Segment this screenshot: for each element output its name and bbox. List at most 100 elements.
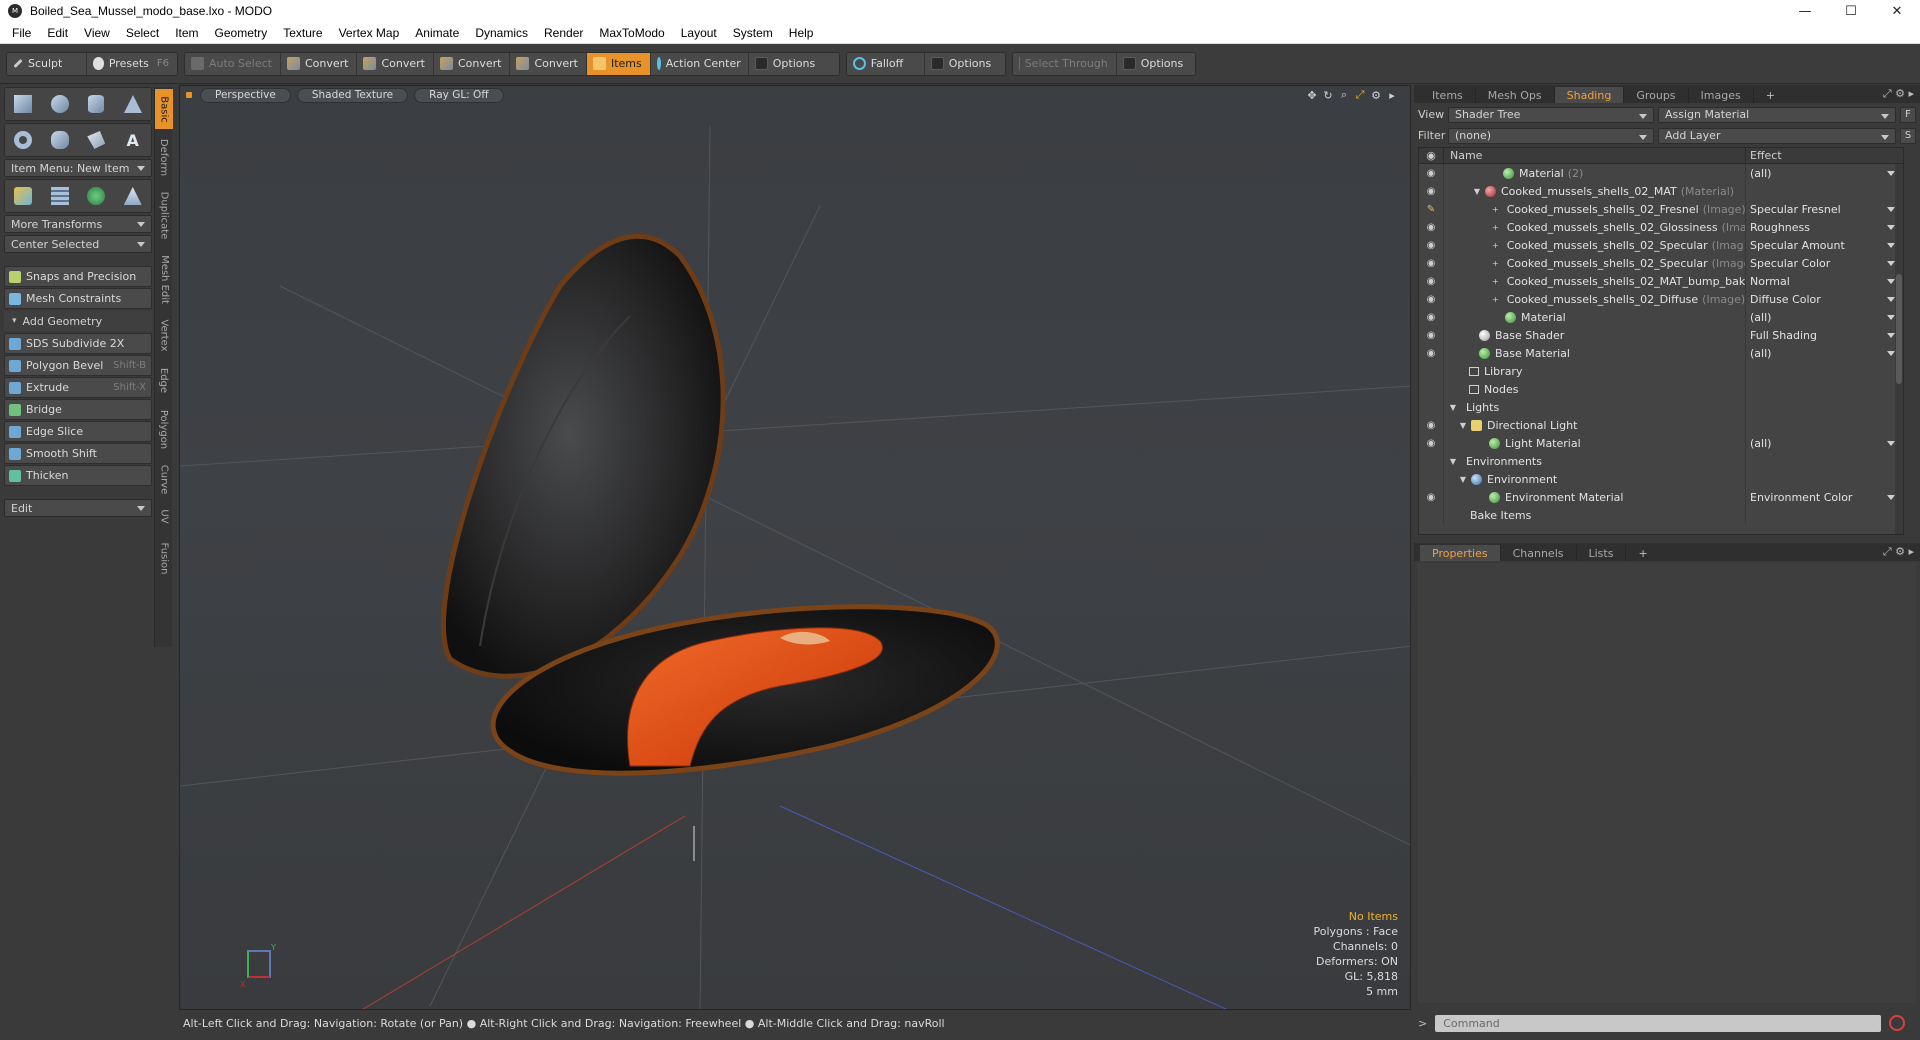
rotate-icon[interactable]: ↻ — [1320, 88, 1336, 102]
record-macro-icon[interactable] — [1889, 1015, 1906, 1031]
filter-dropdown[interactable]: (none) — [1448, 127, 1654, 144]
vtab-edge[interactable]: Edge — [155, 361, 173, 399]
menu-geometry[interactable]: Geometry — [207, 26, 276, 40]
expand-plus-icon[interactable]: + — [1492, 277, 1499, 286]
cone-tool[interactable] — [121, 92, 145, 116]
tool-bridge[interactable]: Bridge — [4, 399, 152, 420]
eye-icon[interactable]: ◉ — [1419, 240, 1443, 251]
tree-row[interactable]: ◉ ▼ Directional Light — [1419, 416, 1903, 434]
name-column-header[interactable]: Name — [1443, 148, 1745, 163]
viewport-arrow-icon[interactable]: ▸ — [1384, 88, 1400, 102]
tree-row[interactable]: ◉ Light Material (all) — [1419, 434, 1903, 452]
tree-row[interactable]: ◉ + Cooked_mussels_shells_02_Glossiness (I… — [1419, 218, 1903, 236]
s-button[interactable]: S — [1900, 127, 1916, 144]
eye-icon[interactable]: ◉ — [1419, 312, 1443, 323]
menu-vertex-map[interactable]: Vertex Map — [331, 26, 408, 40]
grid-tool[interactable] — [48, 184, 72, 208]
tree-row[interactable]: ◉ ▼ Cooked_mussels_shells_02_MAT (Material… — [1419, 182, 1903, 200]
expand-arrow-icon[interactable]: ▼ — [1458, 475, 1468, 484]
tab-mesh-ops[interactable]: Mesh Ops — [1476, 87, 1555, 103]
pan-icon[interactable]: ✥ — [1304, 88, 1320, 102]
expand-arrow-icon[interactable]: ▼ — [1472, 187, 1482, 196]
add-tab-button[interactable]: + — [1626, 545, 1659, 561]
tool-edge-slice[interactable]: Edge Slice — [4, 421, 152, 442]
add-tab-button[interactable]: + — [1754, 87, 1787, 103]
vtab-polygon[interactable]: Polygon — [155, 403, 173, 455]
menu-dynamics[interactable]: Dynamics — [467, 26, 536, 40]
f-button[interactable]: F — [1900, 106, 1916, 123]
vtab-curve[interactable]: Curve — [155, 459, 173, 499]
tree-row[interactable]: Nodes — [1419, 380, 1903, 398]
shading-mode-button[interactable]: Shaded Texture — [296, 87, 409, 103]
eye-icon[interactable]: ◉ — [1419, 276, 1443, 287]
panel-options-icon[interactable]: ⤢ ⚙ ▸ — [1883, 87, 1914, 101]
tool-sds-subdivide[interactable]: SDS Subdivide 2X — [4, 333, 152, 354]
tool-polygon-bevel[interactable]: Polygon Bevel Shift-B — [4, 355, 152, 376]
select-through-options-button[interactable]: Options — [1117, 53, 1195, 75]
pen-tool[interactable] — [84, 128, 108, 152]
menu-view[interactable]: View — [76, 26, 118, 40]
vtab-fusion[interactable]: Fusion — [155, 533, 173, 583]
tree-row[interactable]: ▼ Lights — [1419, 398, 1903, 416]
eye-icon[interactable]: ◉ — [1419, 348, 1443, 359]
falloff-button[interactable]: Falloff — [847, 52, 925, 75]
cylinder-tool[interactable] — [84, 92, 108, 116]
edit-dropdown[interactable]: Edit — [4, 499, 152, 517]
tree-row[interactable]: ◉ + Cooked_mussels_shells_02_MAT_bump_bak… — [1419, 272, 1903, 290]
eye-icon[interactable]: ◉ — [1419, 222, 1443, 233]
menu-layout[interactable]: Layout — [673, 26, 725, 40]
select-through-button[interactable]: Select Through — [1013, 52, 1117, 75]
effect-dropdown[interactable]: (all) — [1745, 308, 1903, 326]
tree-row[interactable]: ◉ Material (all) — [1419, 308, 1903, 326]
eye-icon[interactable]: ◉ — [1419, 294, 1443, 305]
capsule-tool[interactable] — [48, 128, 72, 152]
vtab-deform[interactable]: Deform — [155, 133, 173, 181]
effect-dropdown[interactable]: Full Shading — [1745, 326, 1903, 344]
effect-dropdown[interactable]: Diffuse Color — [1745, 290, 1903, 308]
expand-plus-icon[interactable]: + — [1492, 241, 1499, 250]
tool-extrude[interactable]: Extrude Shift-X — [4, 377, 152, 398]
eye-icon[interactable]: ◉ — [1419, 438, 1443, 449]
tree-row[interactable]: Bake Items — [1419, 506, 1903, 524]
menu-file[interactable]: File — [4, 26, 39, 40]
add-geometry-section[interactable]: Add Geometry — [4, 311, 152, 331]
panel-options-icon[interactable]: ⤢ ⚙ ▸ — [1883, 545, 1914, 559]
effect-dropdown[interactable]: (all) — [1745, 164, 1903, 182]
eye-icon[interactable]: ◉ — [1419, 168, 1443, 179]
convert-polygons-button[interactable]: Convert — [434, 52, 511, 75]
tool-smooth-shift[interactable]: Smooth Shift — [4, 443, 152, 464]
menu-system[interactable]: System — [725, 26, 781, 40]
effect-dropdown[interactable]: Environment Color — [1745, 488, 1903, 506]
menu-select[interactable]: Select — [118, 26, 167, 40]
effect-dropdown[interactable]: Specular Fresnel — [1745, 200, 1903, 218]
more-transforms-dropdown[interactable]: More Transforms — [4, 215, 152, 233]
effect-dropdown[interactable]: Normal — [1745, 272, 1903, 290]
tree-row[interactable]: Library — [1419, 362, 1903, 380]
menu-maxtomodo[interactable]: MaxToModo — [591, 26, 672, 40]
menu-animate[interactable]: Animate — [407, 26, 467, 40]
menu-texture[interactable]: Texture — [275, 26, 330, 40]
view-type-button[interactable]: Perspective — [200, 87, 291, 103]
brush-eye-icon[interactable]: ✎ — [1419, 204, 1443, 215]
vtab-uv[interactable]: UV — [155, 503, 173, 529]
add-layer-dropdown[interactable]: Add Layer — [1658, 127, 1896, 144]
convert-vertices-button[interactable]: Convert — [281, 52, 358, 75]
effect-dropdown[interactable]: (all) — [1745, 434, 1903, 452]
falloff-options-button[interactable]: Options — [925, 53, 1005, 75]
convert-edges-button[interactable]: Convert — [357, 52, 434, 75]
items-mode-button[interactable]: Items — [586, 52, 651, 75]
expand-plus-icon[interactable]: + — [1492, 205, 1499, 214]
transform-tool[interactable] — [11, 184, 35, 208]
vtab-mesh-edit[interactable]: Mesh Edit — [155, 249, 173, 309]
tree-row[interactable]: ◉ Base Material (all) — [1419, 344, 1903, 362]
center-selected-dropdown[interactable]: Center Selected — [4, 235, 152, 253]
mesh-constraints-button[interactable]: Mesh Constraints — [4, 288, 152, 309]
tree-row[interactable]: ◉ + Cooked_mussels_shells_02_Specular (Ima… — [1419, 254, 1903, 272]
text-tool[interactable]: A — [121, 128, 145, 152]
effect-dropdown[interactable]: (all) — [1745, 344, 1903, 362]
viewport-menu-icon[interactable] — [186, 92, 192, 98]
effect-column-header[interactable]: Effect — [1745, 148, 1903, 163]
tab-items[interactable]: Items — [1420, 87, 1476, 103]
tab-properties[interactable]: Properties — [1420, 545, 1501, 561]
tab-lists[interactable]: Lists — [1577, 545, 1627, 561]
